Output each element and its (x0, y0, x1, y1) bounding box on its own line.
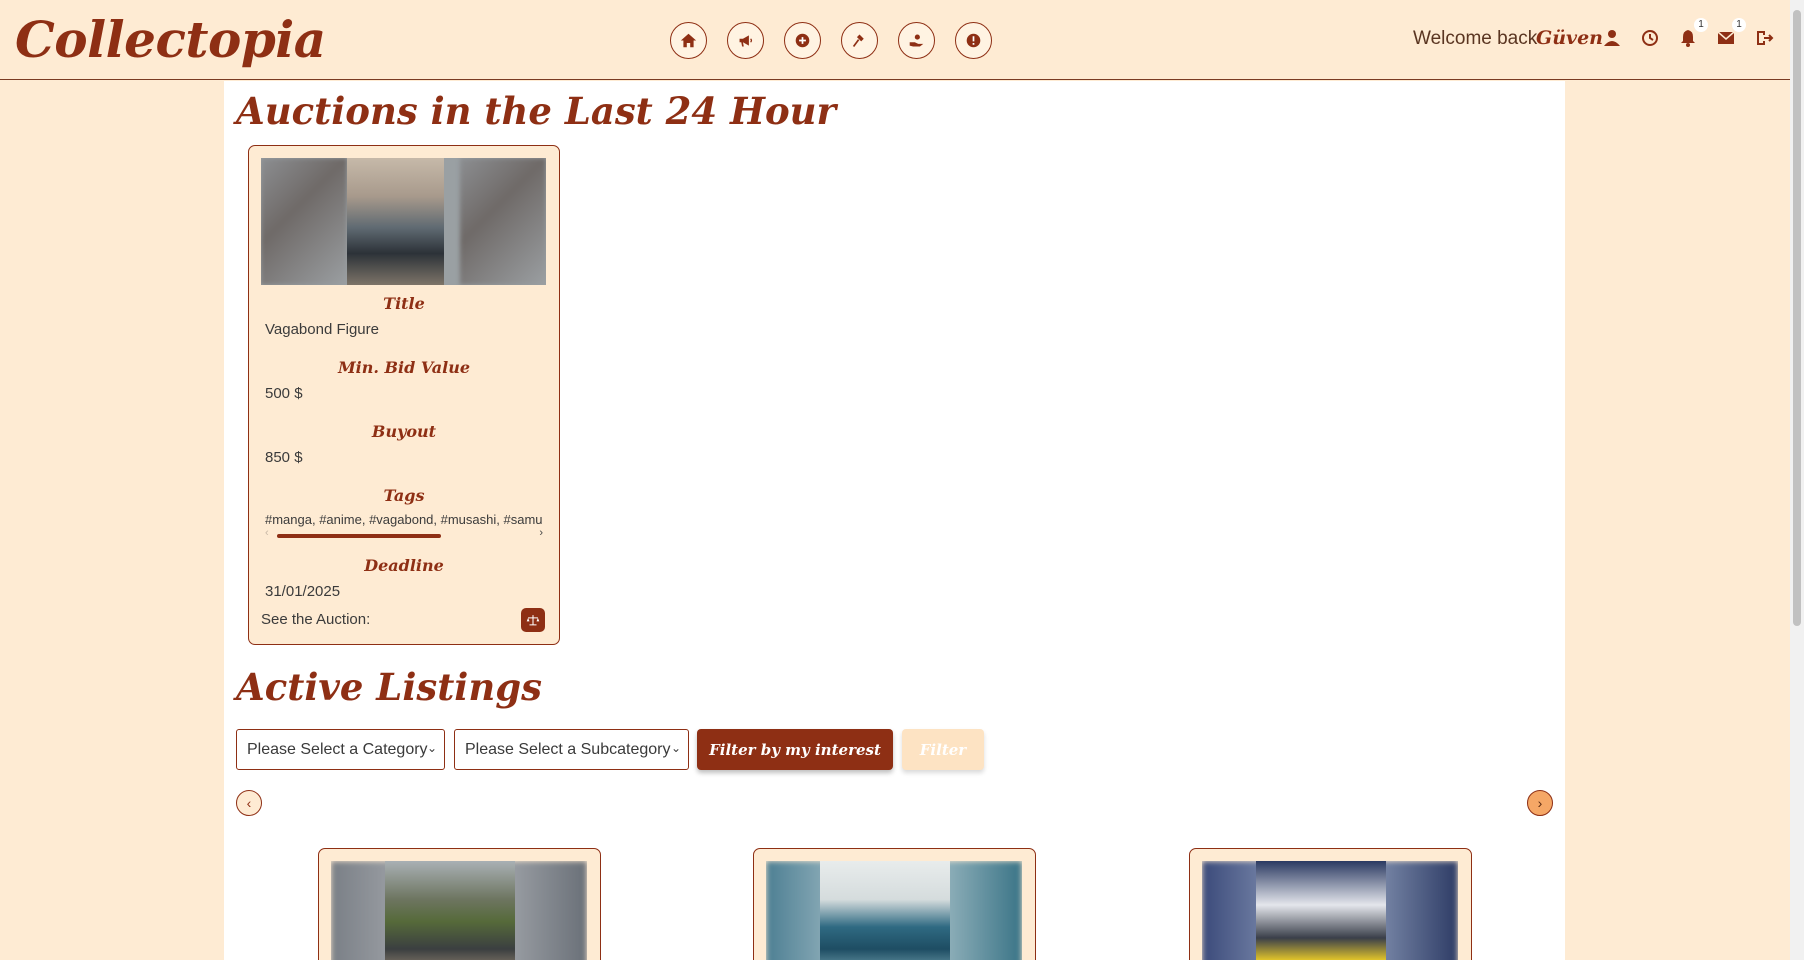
deadline-label: Deadline (364, 556, 444, 575)
figure-photo (347, 158, 444, 285)
envelope-icon (1717, 31, 1735, 44)
tags-scrollbar[interactable]: ‹ › (265, 527, 543, 541)
buyout-value: 850 $ (265, 449, 303, 466)
title-label: Title (383, 294, 425, 313)
category-select-value: Please Select a Category (247, 741, 428, 758)
main-content: Auctions in the Last 24 Hour Title Vagab… (224, 81, 1565, 960)
scroll-thumb[interactable] (277, 534, 441, 538)
main-nav (670, 22, 992, 59)
listing-card[interactable] (1189, 848, 1472, 960)
carousel-prev-button[interactable]: ‹ (236, 790, 262, 816)
history-button[interactable] (1640, 28, 1662, 50)
filter-button[interactable]: Filter (902, 729, 984, 770)
chevron-down-icon: ⌄ (670, 741, 681, 755)
welcome-text: Welcome back (1413, 28, 1538, 49)
see-auction-label: See the Auction: (261, 611, 371, 628)
messages-button[interactable]: 1 (1716, 18, 1746, 50)
info-button[interactable] (955, 22, 992, 59)
listing-image (1202, 861, 1458, 960)
home-icon (680, 33, 697, 48)
deadline-value: 31/01/2025 (265, 583, 341, 600)
carousel-next-button[interactable]: › (1527, 790, 1553, 816)
min-bid-label: Min. Bid Value (337, 358, 471, 377)
bell-icon (1681, 30, 1695, 47)
auction-card: Title Vagabond Figure Min. Bid Value 500… (248, 145, 560, 645)
home-button[interactable] (670, 22, 707, 59)
notifications-badge: 1 (1694, 18, 1708, 32)
auctions-section-title: Auctions in the Last 24 Hour (236, 89, 837, 133)
profile-button[interactable] (1602, 28, 1624, 50)
gavel-icon (852, 34, 864, 47)
listing-card[interactable] (753, 848, 1036, 960)
listing-image (331, 861, 587, 960)
listing-card[interactable] (318, 848, 601, 960)
listing-image (766, 861, 1022, 960)
tags-label: Tags (383, 486, 425, 505)
brand-logo[interactable]: Collectopia (15, 10, 326, 69)
username: Güven (1536, 27, 1603, 49)
scrollbar-thumb[interactable] (1793, 10, 1801, 626)
figure-photo (385, 861, 515, 960)
filter-by-interest-button[interactable]: Filter by my interest (697, 729, 893, 770)
page-scrollbar[interactable] (1790, 0, 1804, 960)
buyout-label: Buyout (371, 422, 437, 441)
user-icon (1604, 30, 1620, 46)
tags-value: #manga, #anime, #vagabond, #musashi, #sa… (265, 512, 543, 527)
title-value: Vagabond Figure (265, 321, 379, 338)
megaphone-icon (739, 35, 753, 47)
history-icon (1642, 30, 1658, 46)
donations-button[interactable] (898, 22, 935, 59)
listings-section-title: Active Listings (236, 665, 542, 709)
scale-icon (526, 615, 540, 626)
figure-photo (1256, 861, 1386, 960)
info-icon (966, 33, 981, 48)
auctions-button[interactable] (841, 22, 878, 59)
notifications-button[interactable]: 1 (1678, 18, 1708, 50)
chevron-down-icon: ⌄ (426, 741, 437, 755)
donate-icon (909, 34, 924, 47)
subcategory-select[interactable]: Please Select a Subcategory ⌄ (454, 729, 689, 770)
top-navbar: Collectopia Welcome back Güven 1 1 (0, 0, 1790, 80)
announcements-button[interactable] (727, 22, 764, 59)
auction-image[interactable] (261, 158, 546, 285)
category-select[interactable]: Please Select a Category ⌄ (236, 729, 445, 770)
add-icon (795, 33, 810, 48)
logout-icon (1757, 31, 1774, 45)
scroll-left-icon[interactable]: ‹ (265, 527, 269, 539)
min-bid-value: 500 $ (265, 385, 303, 402)
figure-photo (820, 861, 950, 960)
image-blur-right (460, 158, 546, 285)
scroll-right-icon[interactable]: › (539, 527, 543, 539)
logout-button[interactable] (1754, 28, 1776, 50)
image-blur-left (261, 158, 347, 285)
messages-badge: 1 (1732, 18, 1746, 32)
see-auction-button[interactable] (521, 608, 545, 632)
subcategory-select-value: Please Select a Subcategory (465, 741, 671, 758)
create-listing-button[interactable] (784, 22, 821, 59)
